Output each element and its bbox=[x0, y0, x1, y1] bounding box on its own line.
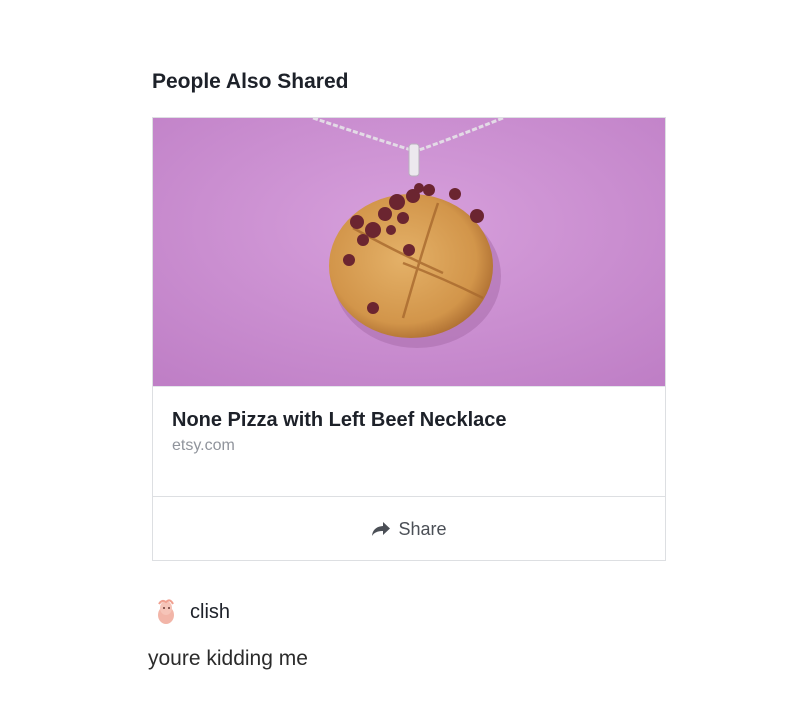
shared-link-card: None Pizza with Left Beef Necklace etsy.… bbox=[152, 117, 666, 561]
username[interactable]: clish bbox=[190, 601, 230, 624]
necklace-photo[interactable] bbox=[153, 118, 665, 386]
link-domain: etsy.com bbox=[172, 437, 235, 454]
people-also-shared-title: People Also Shared bbox=[152, 70, 349, 93]
comment-body: youre kidding me bbox=[148, 647, 308, 670]
link-title[interactable]: None Pizza with Left Beef Necklace bbox=[172, 409, 507, 432]
pendant-bail bbox=[408, 143, 420, 177]
user-avatar[interactable] bbox=[152, 598, 180, 626]
share-button[interactable]: Share bbox=[153, 497, 665, 561]
link-preview-text[interactable]: None Pizza with Left Beef Necklace etsy.… bbox=[153, 386, 665, 496]
share-label: Share bbox=[398, 518, 447, 539]
comment-header: clish bbox=[152, 598, 230, 626]
share-arrow-icon bbox=[372, 522, 391, 536]
